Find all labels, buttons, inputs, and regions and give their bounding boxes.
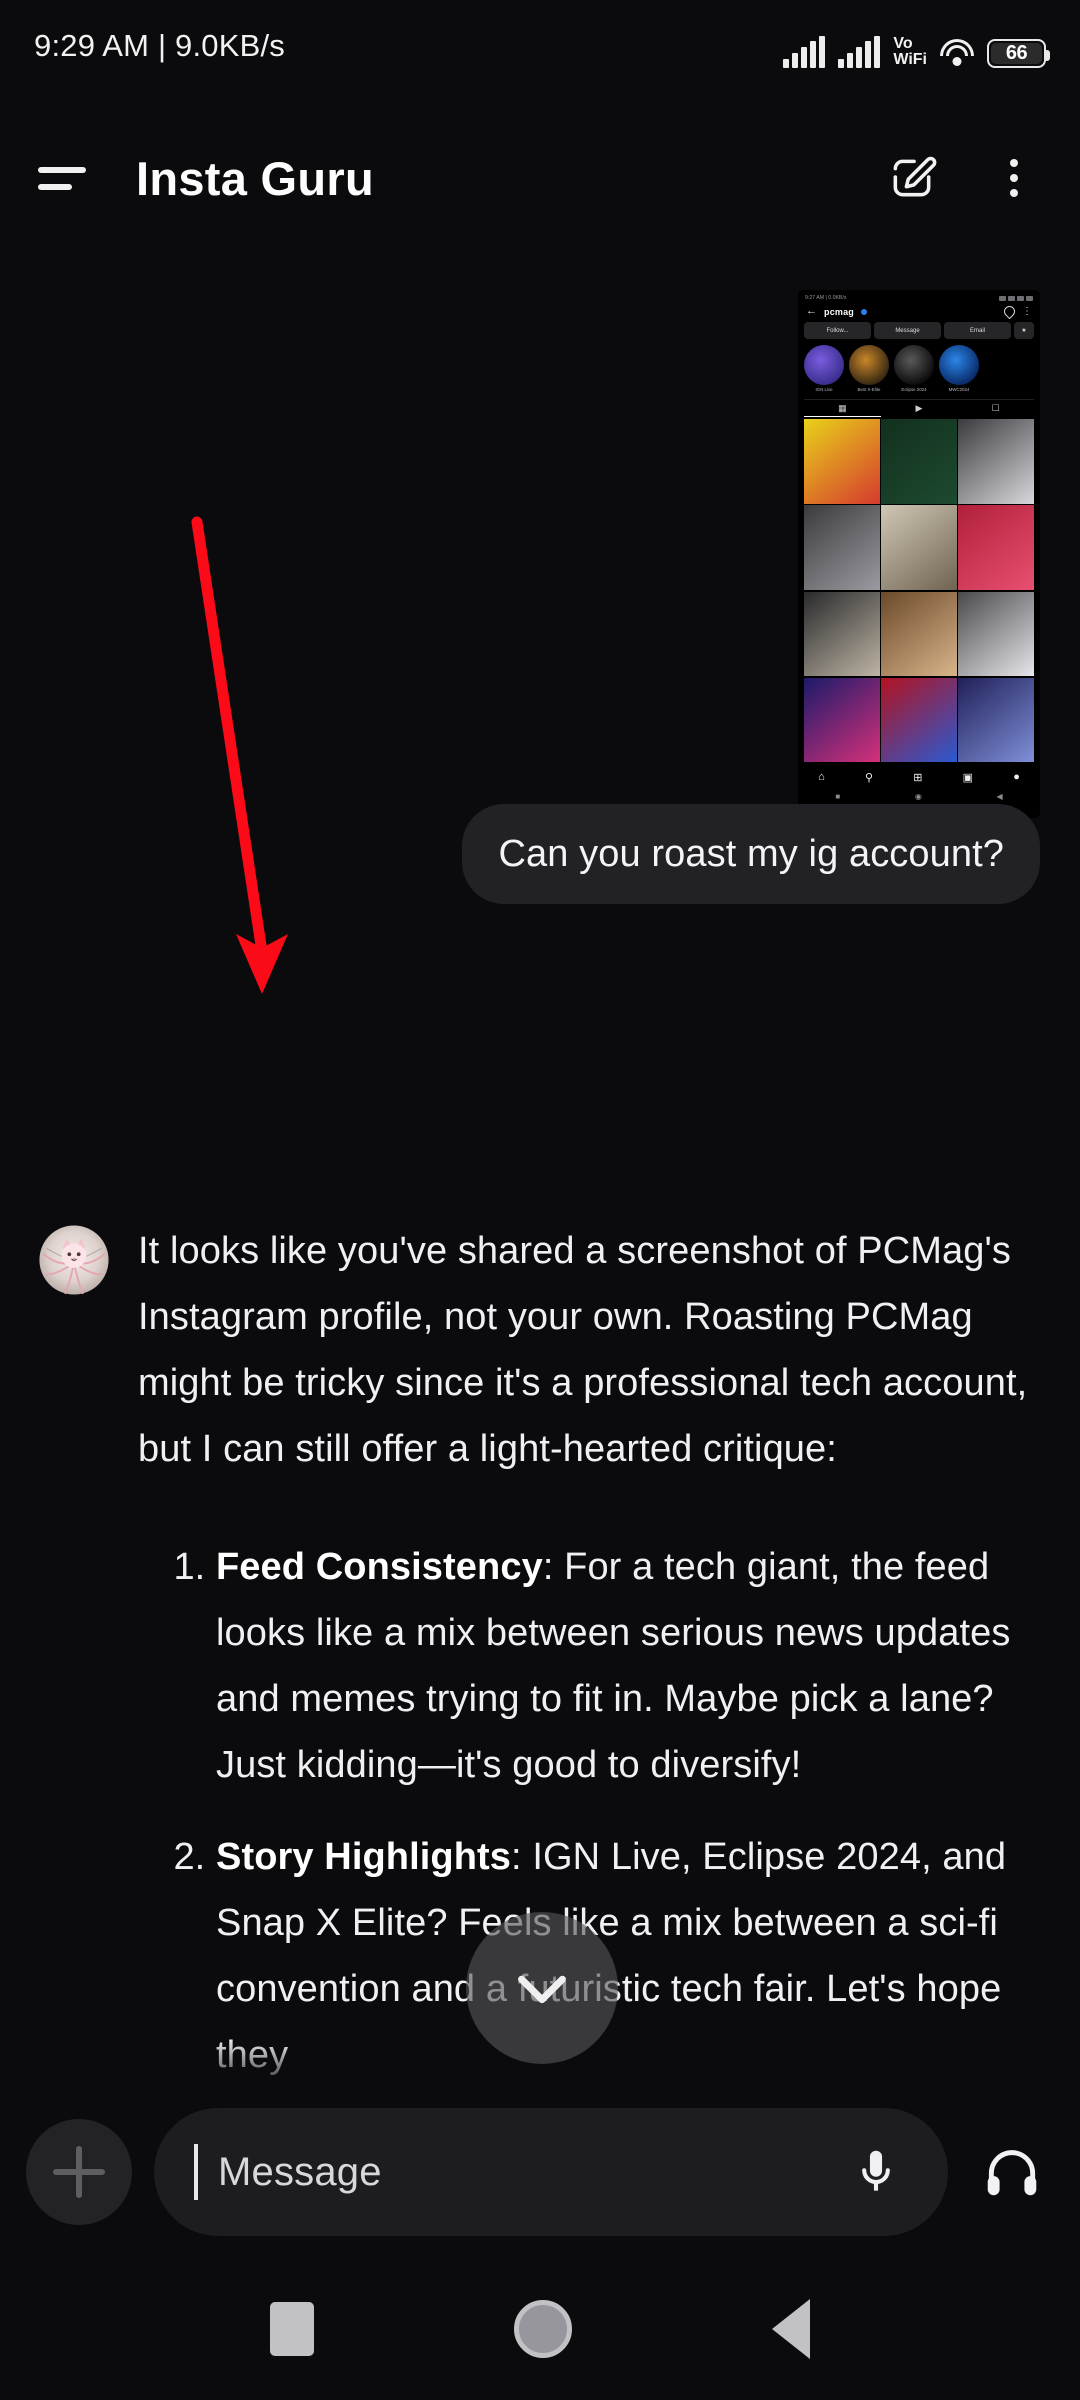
search-icon: ⚲ xyxy=(864,771,873,784)
story-highlights-row: IGN Live Best X-Elite Eclipse 2024 MWC2024 xyxy=(798,345,1040,395)
story-highlight-thumb xyxy=(849,345,889,385)
profile-post-thumb xyxy=(881,505,957,590)
battery-percent-label: 66 xyxy=(1005,42,1028,64)
message-input[interactable]: Message xyxy=(218,2150,828,2195)
tagged-icon: ☐ xyxy=(991,403,1000,413)
assistant-intro-paragraph: It looks like you've shared a screenshot… xyxy=(138,1230,1028,1470)
assistant-list-item: Feed Consistency: For a tech giant, the … xyxy=(216,1534,1040,1798)
screenshot-profile-header: ← pcmag ⋮ xyxy=(798,303,1040,322)
screenshot-status-bar: 9:27 AM | 0.0KB/s .... xyxy=(798,290,1040,303)
profile-post-thumb xyxy=(804,505,880,590)
screenshot-status-time: 9:27 AM | 0.0KB/s xyxy=(805,295,847,301)
screenshot-status-icons: .... xyxy=(999,295,1033,301)
scroll-to-bottom-button[interactable] xyxy=(466,1912,618,2064)
profile-icon: ● xyxy=(1013,771,1020,784)
add-attachment-icon[interactable] xyxy=(26,2119,132,2225)
message-input-container[interactable]: Message xyxy=(154,2108,948,2236)
vo-label: Vo xyxy=(893,35,913,52)
instagram-profile-screenshot[interactable]: 9:27 AM | 0.0KB/s .... ← pcmag ⋮ Follow.… xyxy=(798,290,1040,818)
story-highlight: Best X-Elite xyxy=(849,345,889,392)
profile-action-buttons: Follow... Message Email ★ xyxy=(798,322,1040,345)
status-time-and-network-speed: 9:29 AM | 9.0KB/s xyxy=(34,28,285,63)
back-triangle-icon[interactable] xyxy=(772,2299,810,2359)
recents-square-icon[interactable] xyxy=(270,2302,314,2356)
phone-screen: 9:29 AM | 9.0KB/s Vo WiFi 66 Insta Guru xyxy=(0,0,1080,2400)
status-bar: 9:29 AM | 9.0KB/s Vo WiFi 66 xyxy=(0,0,1080,92)
profile-post-thumb xyxy=(881,591,957,677)
profile-post-grid xyxy=(798,417,1040,763)
home-icon: ⌂ xyxy=(818,771,825,784)
instagram-bottom-nav: ⌂ ⚲ ⊞ ▣ ● xyxy=(798,765,1040,789)
hamburger-menu-icon[interactable] xyxy=(38,161,88,195)
recents-icon: ■ xyxy=(835,792,841,802)
volte-wifi-indicator: Vo WiFi xyxy=(893,36,927,68)
reels-icon: ▶ xyxy=(915,403,923,413)
back-arrow-icon: ← xyxy=(806,305,817,317)
overflow-menu-icon[interactable] xyxy=(986,150,1042,206)
wifi-label: WiFi xyxy=(893,51,927,68)
story-highlight-label: Best X-Elite xyxy=(857,387,881,392)
home-icon: ◉ xyxy=(914,792,922,802)
back-icon: ◀ xyxy=(996,792,1003,802)
story-highlight-label: Eclipse 2024 xyxy=(901,387,927,392)
verified-badge-icon xyxy=(861,308,868,315)
user-message-bubble[interactable]: Can you roast my ig account? xyxy=(462,804,1040,904)
profile-post-thumb xyxy=(881,419,957,504)
story-highlight-thumb xyxy=(894,345,934,385)
assistant-avatar-cat[interactable] xyxy=(38,1224,110,1296)
microphone-icon[interactable] xyxy=(848,2144,904,2200)
profile-post-thumb xyxy=(881,677,957,763)
story-highlight: IGN Live xyxy=(804,345,844,392)
profile-post-thumb xyxy=(804,591,880,677)
story-highlight-label: IGN Live xyxy=(815,387,833,392)
page-title: Insta Guru xyxy=(136,151,375,205)
compose-edit-icon[interactable] xyxy=(884,150,940,206)
wifi-icon xyxy=(940,39,974,67)
chat-scroll-area[interactable]: 9:27 AM | 0.0KB/s .... ← pcmag ⋮ Follow.… xyxy=(0,252,1080,2108)
profile-post-thumb xyxy=(958,505,1034,590)
screenshot-system-nav: ■ ◉ ◀ xyxy=(798,789,1040,804)
chevron-down-icon xyxy=(518,1975,566,2004)
assistant-list-item: Story Highlights: IGN Live, Eclipse 2024… xyxy=(216,1824,1040,2088)
reels-icon: ▣ xyxy=(962,771,973,784)
android-system-nav xyxy=(0,2258,1080,2400)
story-highlight: MWC2024 xyxy=(939,345,979,392)
profile-post-thumb xyxy=(958,677,1034,763)
instagram-username: pcmag xyxy=(824,306,855,317)
home-circle-icon[interactable] xyxy=(514,2300,572,2358)
profile-tab-bar: ▦ ▶ ☐ xyxy=(804,399,1034,417)
attached-image-message[interactable]: 9:27 AM | 0.0KB/s .... ← pcmag ⋮ Follow.… xyxy=(798,290,1040,818)
app-bar: Insta Guru xyxy=(0,118,1080,238)
email-button: Email xyxy=(944,322,1011,339)
battery-icon: 66 xyxy=(987,39,1050,68)
text-cursor xyxy=(194,2144,198,2200)
overflow-menu-icon: ⋮ xyxy=(1022,305,1032,317)
story-highlight-thumb xyxy=(804,345,844,385)
follow-button: Follow... xyxy=(804,322,871,339)
assistant-list-item-title: Feed Consistency xyxy=(216,1546,543,1588)
add-person-icon: ★ xyxy=(1014,322,1034,339)
grid-icon: ▦ xyxy=(804,400,881,417)
story-highlight: Eclipse 2024 xyxy=(894,345,934,392)
story-highlight-thumb xyxy=(939,345,979,385)
signal-bars-icon xyxy=(783,36,826,68)
message-button: Message xyxy=(874,322,941,339)
profile-post-thumb xyxy=(958,591,1034,677)
profile-post-thumb xyxy=(804,419,880,504)
headphones-voice-mode-icon[interactable] xyxy=(970,2141,1054,2203)
signal-bars-icon-sim2 xyxy=(838,36,881,68)
profile-post-thumb xyxy=(804,677,880,763)
story-highlight-label: MWC2024 xyxy=(948,387,970,392)
profile-post-thumb xyxy=(958,419,1034,504)
notification-bell-icon xyxy=(1001,303,1018,320)
assistant-list-item-title: Story Highlights xyxy=(216,1836,512,1878)
message-composer: Message xyxy=(0,2092,1080,2252)
add-post-icon: ⊞ xyxy=(913,771,923,784)
